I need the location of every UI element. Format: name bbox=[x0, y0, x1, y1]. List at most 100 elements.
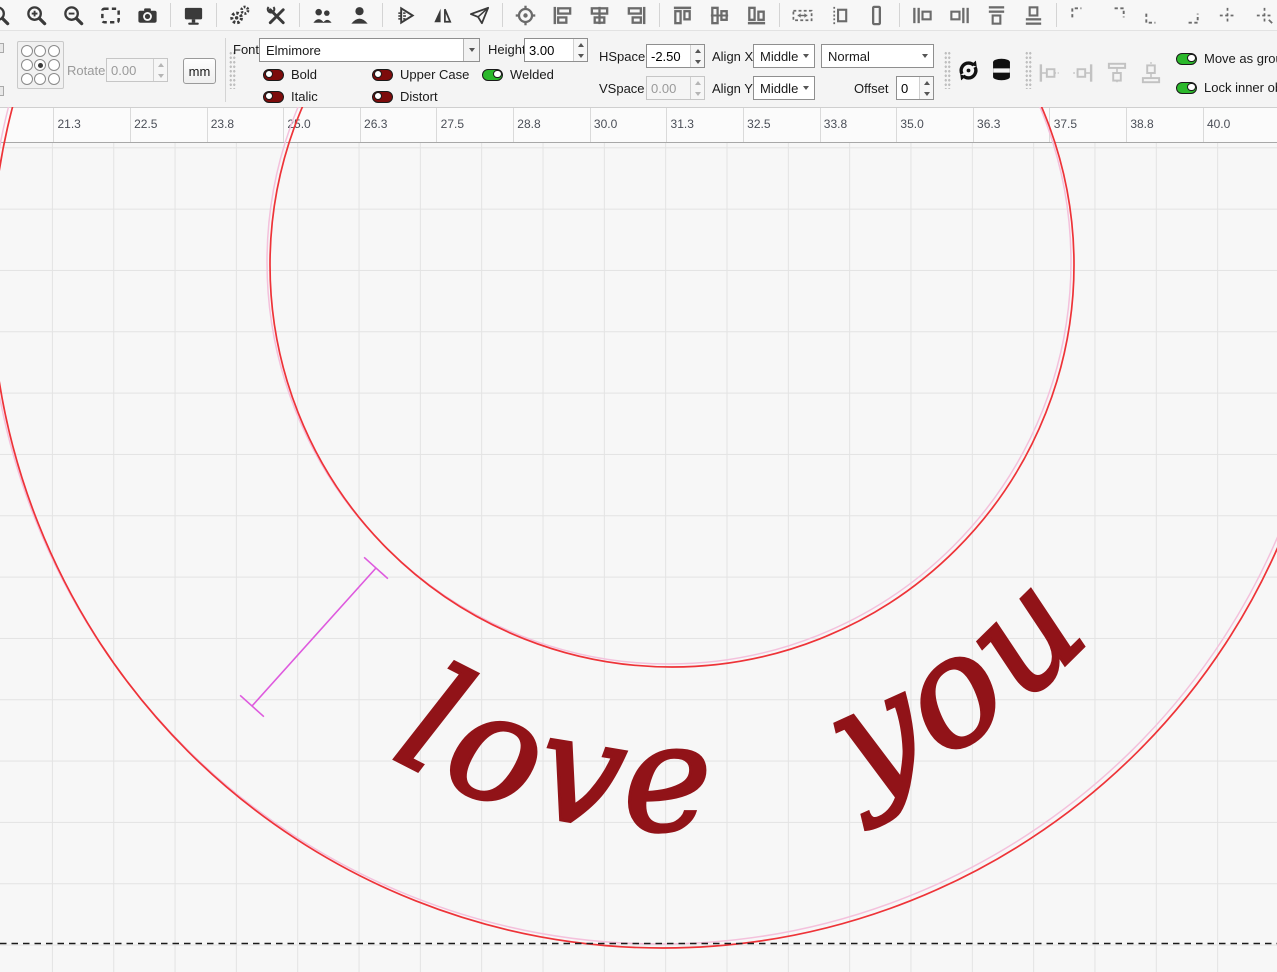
align-bottom-icon[interactable] bbox=[744, 3, 768, 27]
rotate-spinner[interactable] bbox=[106, 58, 168, 82]
toolbar-group bbox=[0, 3, 166, 27]
distribute-horizontal-icon[interactable] bbox=[790, 3, 814, 27]
anchor-radio-center[interactable] bbox=[34, 59, 46, 71]
anchor-radio-middle-right[interactable] bbox=[48, 59, 60, 71]
zoom-in-icon[interactable] bbox=[24, 3, 48, 27]
settings-gears-icon[interactable] bbox=[227, 3, 251, 27]
space-right-icon[interactable] bbox=[947, 3, 971, 27]
rotate-input[interactable] bbox=[107, 59, 153, 81]
tall-rectangle-icon[interactable] bbox=[864, 3, 888, 27]
snap-left-icon[interactable] bbox=[1036, 60, 1062, 91]
style-combobox[interactable]: Normal bbox=[821, 44, 934, 68]
mirror-horizontal-icon[interactable] bbox=[430, 3, 454, 27]
move-as-group-toggle-row: Move as group bbox=[1176, 51, 1277, 66]
offset-spin-buttons[interactable] bbox=[919, 77, 933, 99]
height-spinner[interactable] bbox=[524, 38, 588, 62]
anchor-radio-middle-left[interactable] bbox=[21, 59, 33, 71]
path-flag-icon[interactable] bbox=[393, 3, 417, 27]
chevron-down-icon[interactable] bbox=[463, 39, 479, 61]
corner-top-right-icon[interactable] bbox=[1104, 3, 1128, 27]
toolbar-grip[interactable] bbox=[944, 51, 951, 89]
welded-toggle[interactable] bbox=[482, 69, 503, 81]
corner-bottom-right-icon[interactable] bbox=[1178, 3, 1202, 27]
hspace-spin-buttons[interactable] bbox=[690, 45, 704, 67]
units-button[interactable]: mm bbox=[183, 58, 216, 84]
ruler-label: 27.5 bbox=[441, 117, 464, 131]
space-bottom-icon[interactable] bbox=[1021, 3, 1045, 27]
offset-input[interactable] bbox=[897, 77, 919, 99]
toolbar-group bbox=[784, 3, 895, 27]
align-top-icon[interactable] bbox=[670, 3, 694, 27]
zoom-out-icon[interactable] bbox=[61, 3, 85, 27]
align-y-combobox[interactable]: Middle bbox=[753, 76, 815, 100]
align-center-vertical-icon[interactable] bbox=[587, 3, 611, 27]
send-plane-icon[interactable] bbox=[467, 3, 491, 27]
ruler-label: 40.0 bbox=[1207, 117, 1230, 131]
move-as-group-toggle[interactable] bbox=[1176, 53, 1197, 65]
corner-top-left-icon[interactable] bbox=[1067, 3, 1091, 27]
anchor-radio-top-right[interactable] bbox=[48, 45, 60, 57]
lock-inner-objects-toggle[interactable] bbox=[1176, 82, 1197, 94]
anchor-radio-bottom-right[interactable] bbox=[48, 73, 60, 85]
ruler-label: 21.3 bbox=[58, 117, 81, 131]
camera-icon[interactable] bbox=[135, 3, 159, 27]
italic-toggle[interactable] bbox=[263, 91, 284, 103]
distort-label: Distort bbox=[400, 89, 438, 104]
height-label: Height bbox=[488, 42, 526, 57]
toolbar-group bbox=[221, 3, 295, 27]
distort-toggle-row: Distort bbox=[372, 89, 438, 104]
height-spin-buttons[interactable] bbox=[573, 39, 587, 61]
snap-bottom-icon[interactable] bbox=[1138, 60, 1164, 91]
toolbar-group bbox=[175, 3, 212, 27]
refresh-icon[interactable] bbox=[955, 57, 982, 89]
snap-top-icon[interactable] bbox=[1104, 60, 1130, 91]
vspace-input[interactable] bbox=[647, 77, 690, 99]
align-middle-horizontal-icon[interactable] bbox=[707, 3, 731, 27]
group-people-icon[interactable] bbox=[310, 3, 334, 27]
distribute-vertical-icon[interactable] bbox=[827, 3, 851, 27]
upper-case-toggle[interactable] bbox=[372, 69, 393, 81]
anchor-radio-top-left[interactable] bbox=[21, 45, 33, 57]
ruler-label: 31.3 bbox=[671, 117, 694, 131]
ruler-label: 22.5 bbox=[134, 117, 157, 131]
space-top-icon[interactable] bbox=[984, 3, 1008, 27]
zoom-document-icon[interactable] bbox=[0, 3, 11, 27]
space-left-icon[interactable] bbox=[910, 3, 934, 27]
monitor-icon[interactable] bbox=[181, 3, 205, 27]
toolbar-grip[interactable] bbox=[1025, 51, 1032, 89]
center-target-icon[interactable] bbox=[513, 3, 537, 27]
align-x-label: Align X bbox=[712, 49, 753, 64]
anchor-radio-top-center[interactable] bbox=[34, 45, 46, 57]
vspace-spinner[interactable] bbox=[646, 76, 705, 100]
snap-right-icon[interactable] bbox=[1070, 60, 1096, 91]
ruler-label: 32.5 bbox=[747, 117, 770, 131]
corner-bottom-left-icon[interactable] bbox=[1141, 3, 1165, 27]
align-left-icon[interactable] bbox=[550, 3, 574, 27]
height-input[interactable] bbox=[525, 39, 573, 61]
font-combobox[interactable]: Elmimore bbox=[259, 38, 480, 62]
align-x-combobox[interactable]: Middle bbox=[753, 44, 815, 68]
bold-toggle[interactable] bbox=[263, 69, 284, 81]
hspace-spinner[interactable] bbox=[646, 44, 705, 68]
person-icon[interactable] bbox=[347, 3, 371, 27]
tools-icon[interactable] bbox=[264, 3, 288, 27]
vspace-spin-buttons[interactable] bbox=[690, 77, 704, 99]
rotate-spin-buttons[interactable] bbox=[153, 59, 167, 81]
center-cross-icon[interactable] bbox=[1215, 3, 1239, 27]
ruler-tick bbox=[53, 108, 54, 143]
distort-toggle[interactable] bbox=[372, 91, 393, 103]
toolbar-group bbox=[1061, 3, 1277, 27]
anchor-point-selector[interactable] bbox=[17, 41, 64, 89]
database-icon[interactable] bbox=[988, 56, 1015, 88]
offset-spinner[interactable] bbox=[896, 76, 934, 100]
center-cross-ticks-icon[interactable] bbox=[1252, 3, 1276, 27]
hspace-input[interactable] bbox=[647, 45, 690, 67]
ruler-label: 28.8 bbox=[517, 117, 540, 131]
anchor-radio-bottom-left[interactable] bbox=[21, 73, 33, 85]
anchor-radio-bottom-center[interactable] bbox=[34, 73, 46, 85]
vspace-label: VSpace bbox=[599, 81, 645, 96]
ruler-tick bbox=[1126, 108, 1127, 143]
ruler-tick bbox=[207, 108, 208, 143]
align-right-icon[interactable] bbox=[624, 3, 648, 27]
select-region-icon[interactable] bbox=[98, 3, 122, 27]
